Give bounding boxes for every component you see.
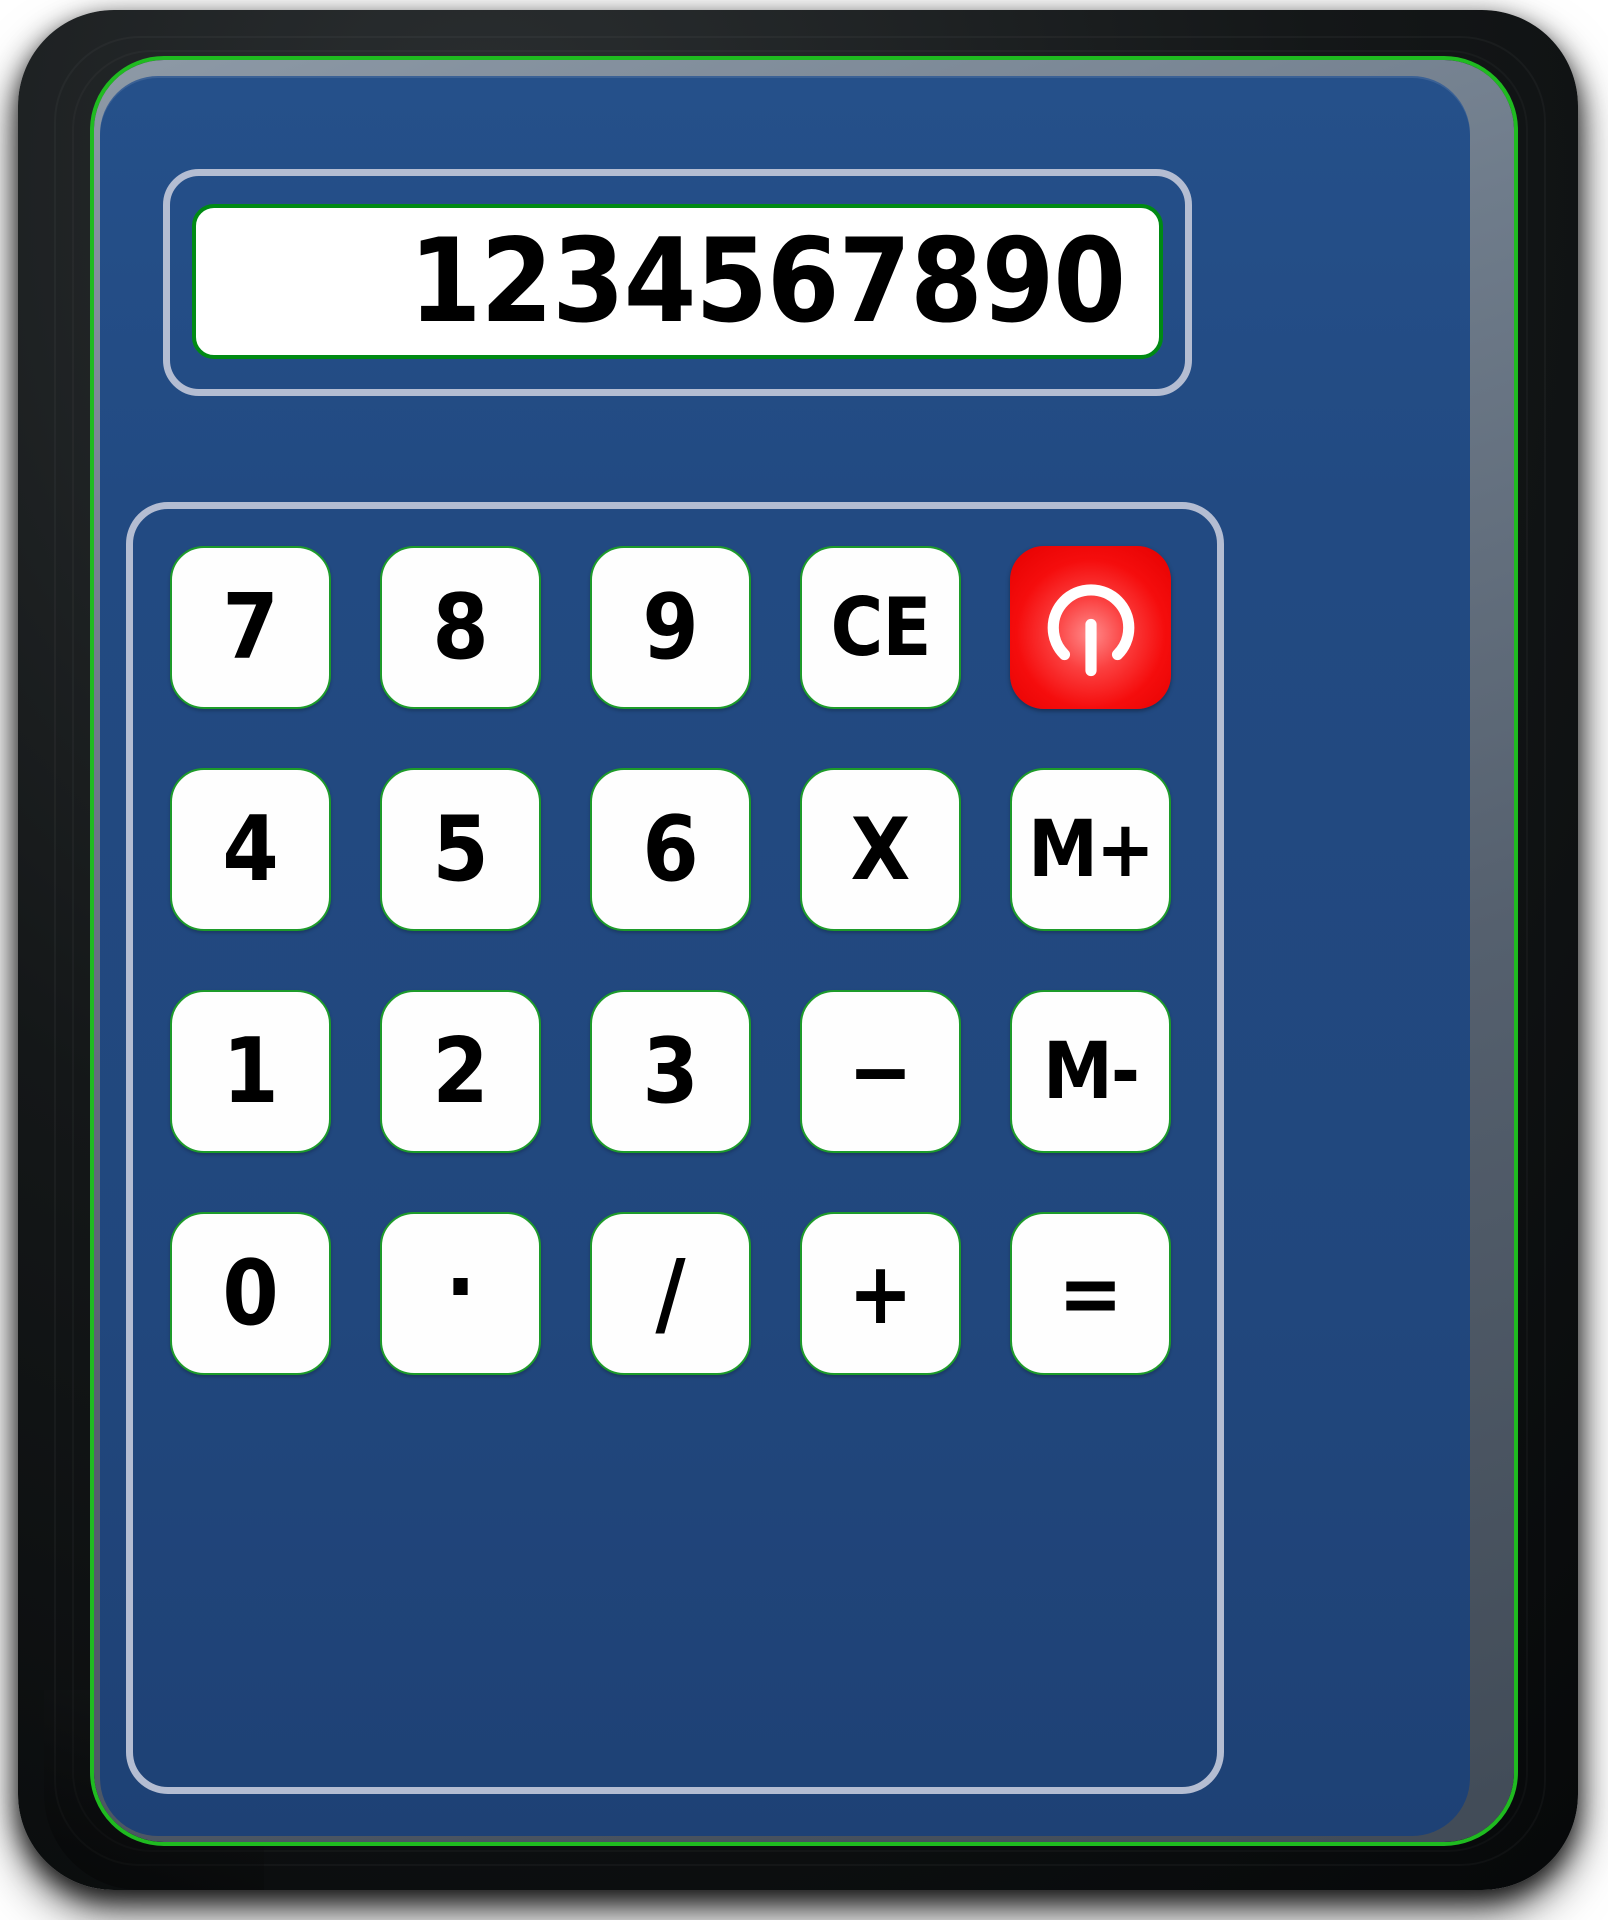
key-3[interactable]: 3 bbox=[590, 990, 751, 1153]
key-3-label: 3 bbox=[642, 1027, 698, 1117]
key-clear-entry[interactable]: CE bbox=[800, 546, 961, 709]
key-power[interactable] bbox=[1010, 546, 1171, 709]
key-7[interactable]: 7 bbox=[170, 546, 331, 709]
key-4[interactable]: 4 bbox=[170, 768, 331, 931]
key-0[interactable]: 0 bbox=[170, 1212, 331, 1375]
key-decimal-point-label: · bbox=[445, 1243, 476, 1333]
key-add-label: + bbox=[848, 1251, 913, 1337]
key-equals[interactable]: = bbox=[1010, 1212, 1171, 1375]
key-divide[interactable]: / bbox=[590, 1212, 751, 1375]
key-2-label: 2 bbox=[432, 1027, 488, 1117]
key-2[interactable]: 2 bbox=[380, 990, 541, 1153]
key-add[interactable]: + bbox=[800, 1212, 961, 1375]
key-subtract-label: − bbox=[848, 1029, 913, 1115]
power-icon bbox=[1032, 569, 1150, 687]
key-5[interactable]: 5 bbox=[380, 768, 541, 931]
key-memory-add[interactable]: M+ bbox=[1010, 768, 1171, 931]
key-5-label: 5 bbox=[432, 805, 488, 895]
keypad-grid: 7 8 9 CE 4 5 6 X M+ 1 2 3 − M- 0 · / + = bbox=[170, 546, 1171, 1375]
key-8[interactable]: 8 bbox=[380, 546, 541, 709]
key-6[interactable]: 6 bbox=[590, 768, 751, 931]
key-equals-label: = bbox=[1058, 1251, 1123, 1337]
key-clear-entry-label: CE bbox=[831, 588, 931, 668]
key-divide-label: / bbox=[655, 1248, 685, 1340]
key-multiply[interactable]: X bbox=[800, 768, 961, 931]
key-1-label: 1 bbox=[222, 1027, 278, 1117]
key-4-label: 4 bbox=[222, 805, 278, 895]
key-6-label: 6 bbox=[642, 805, 698, 895]
key-subtract[interactable]: − bbox=[800, 990, 961, 1153]
key-memory-subtract-label: M- bbox=[1043, 1033, 1138, 1111]
display-value: 1234567890 bbox=[409, 224, 1159, 340]
key-memory-subtract[interactable]: M- bbox=[1010, 990, 1171, 1153]
display-screen[interactable]: 1234567890 bbox=[192, 204, 1163, 359]
key-1[interactable]: 1 bbox=[170, 990, 331, 1153]
key-multiply-label: X bbox=[851, 807, 911, 893]
key-8-label: 8 bbox=[432, 583, 488, 673]
calculator-device: 1234567890 7 8 9 CE 4 5 6 X M+ 1 2 3 − M- 0 · / + = bbox=[18, 10, 1578, 1890]
key-9[interactable]: 9 bbox=[590, 546, 751, 709]
key-memory-add-label: M+ bbox=[1028, 811, 1153, 889]
key-9-label: 9 bbox=[642, 583, 698, 673]
key-7-label: 7 bbox=[222, 583, 278, 673]
key-0-label: 0 bbox=[222, 1249, 278, 1339]
key-decimal-point[interactable]: · bbox=[380, 1212, 541, 1375]
